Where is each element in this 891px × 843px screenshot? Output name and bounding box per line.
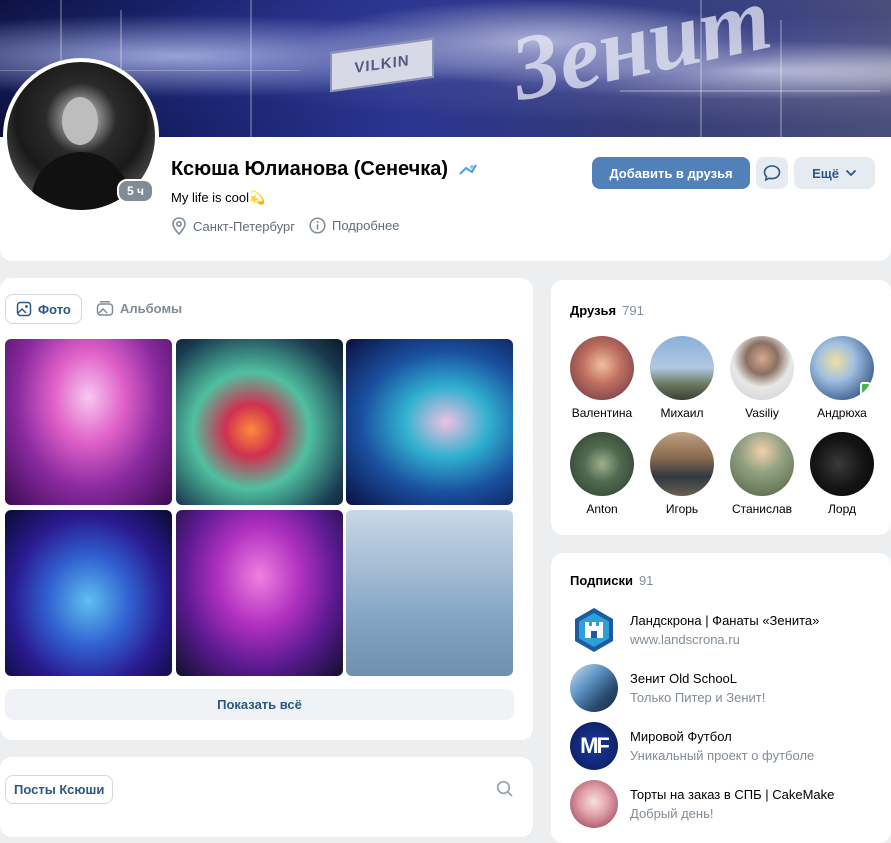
friend-item[interactable]: Андрюха xyxy=(804,336,880,420)
tab-photos[interactable]: Фото xyxy=(5,294,82,324)
chevron-down-icon xyxy=(845,169,857,177)
friend-name: Игорь xyxy=(665,502,699,516)
photo-thumbnail[interactable] xyxy=(346,510,513,676)
message-bubble-icon xyxy=(763,165,781,182)
photo-thumbnail[interactable] xyxy=(176,339,343,505)
friend-avatar xyxy=(570,336,634,400)
more-button[interactable]: Ещё xyxy=(794,157,875,189)
friend-item[interactable]: Михаил xyxy=(644,336,720,420)
city-info: Санкт-Петербург xyxy=(171,217,295,235)
subscriptions-title: Подписки xyxy=(570,573,633,588)
cover-script-text: Зенит xyxy=(502,0,780,121)
photo-thumbnail[interactable] xyxy=(5,510,172,676)
group-title: Ландскрона | Фанаты «Зенита» xyxy=(630,613,820,628)
friend-item[interactable]: Лорд xyxy=(804,432,880,516)
friend-avatar xyxy=(570,432,634,496)
photo-thumbnail[interactable] xyxy=(176,510,343,676)
info-icon xyxy=(309,217,326,234)
photo-thumbnail[interactable] xyxy=(346,339,513,505)
friend-item[interactable]: Валентина xyxy=(564,336,640,420)
friend-avatar xyxy=(730,432,794,496)
friend-name: Vasiliy xyxy=(745,406,779,420)
subscription-item[interactable]: Торты на заказ в СПБ | CakeMake Добрый д… xyxy=(570,780,880,828)
profile-status: My life is cool💫 xyxy=(171,190,266,205)
friend-avatar xyxy=(650,336,714,400)
more-label: Ещё xyxy=(812,165,839,181)
friend-item[interactable]: Vasiliy xyxy=(724,336,800,420)
friend-name: Валентина xyxy=(571,406,633,420)
friend-item[interactable]: Игорь xyxy=(644,432,720,516)
friend-item[interactable]: Anton xyxy=(564,432,640,516)
friend-name: Лорд xyxy=(828,502,856,516)
group-title: Мировой Футбол xyxy=(630,729,732,744)
last-seen-badge: 5 ч xyxy=(117,179,154,203)
group-title: Зенит Old SchooL xyxy=(630,671,738,686)
show-all-photos-button[interactable]: Показать всё xyxy=(5,689,514,720)
friend-avatar xyxy=(810,432,874,496)
group-avatar xyxy=(570,606,618,654)
friends-title: Друзья xyxy=(570,303,617,318)
location-pin-icon xyxy=(172,217,186,235)
subscriptions-count: 91 xyxy=(638,573,654,588)
castle-logo-icon xyxy=(575,608,613,652)
friend-avatar xyxy=(810,336,874,400)
photo-thumbnail[interactable] xyxy=(5,339,172,505)
search-icon[interactable] xyxy=(496,780,514,798)
friend-name: Андрюха xyxy=(817,406,867,420)
albums-icon xyxy=(96,301,114,316)
group-logo-text: MF xyxy=(580,733,610,758)
group-title: Торты на заказ в СПБ | CakeMake xyxy=(630,787,835,802)
group-avatar xyxy=(570,664,618,712)
profile-name: Ксюша Юлианова (Сенечка) xyxy=(171,158,449,180)
group-subtitle: Добрый день! xyxy=(630,806,714,821)
tab-albums[interactable]: Альбомы xyxy=(86,294,192,322)
subscription-item[interactable]: Зенит Old SchooL Только Питер и Зенит! xyxy=(570,664,880,712)
tab-albums-label: Альбомы xyxy=(120,300,183,316)
image-icon xyxy=(16,301,32,317)
friend-name: Станислав xyxy=(731,502,793,516)
friend-avatar xyxy=(730,336,794,400)
group-subtitle: Уникальный проект о футболе xyxy=(630,748,815,763)
friend-name: Anton xyxy=(586,502,618,516)
emoji-icon xyxy=(459,164,477,175)
friend-name: Михаил xyxy=(660,406,704,420)
friend-item[interactable]: Станислав xyxy=(724,432,800,516)
subscription-item[interactable]: MF Мировой Футбол Уникальный проект о фу… xyxy=(570,722,880,770)
cover-sign: VILKIN xyxy=(330,37,434,93)
friend-avatar xyxy=(650,432,714,496)
add-friend-button[interactable]: Добавить в друзья xyxy=(592,157,750,189)
subscriptions-header[interactable]: Подписки 91 xyxy=(570,572,653,590)
group-subtitle: Только Питер и Зенит! xyxy=(630,690,766,705)
tab-posts[interactable]: Посты Ксюши xyxy=(5,775,114,804)
friends-header[interactable]: Друзья 791 xyxy=(570,302,644,320)
online-indicator xyxy=(860,382,871,397)
friends-count: 791 xyxy=(622,303,644,318)
tab-photos-label: Фото xyxy=(38,301,71,317)
details-link[interactable]: Подробнее xyxy=(309,217,399,234)
details-label: Подробнее xyxy=(332,218,400,233)
group-subtitle: www.landscrona.ru xyxy=(630,632,740,647)
group-avatar: MF xyxy=(570,722,618,770)
city-label: Санкт-Петербург xyxy=(193,218,295,234)
group-avatar xyxy=(570,780,618,828)
subscription-item[interactable]: Ландскрона | Фанаты «Зенита» www.landscr… xyxy=(570,606,880,654)
message-button[interactable] xyxy=(756,157,788,189)
